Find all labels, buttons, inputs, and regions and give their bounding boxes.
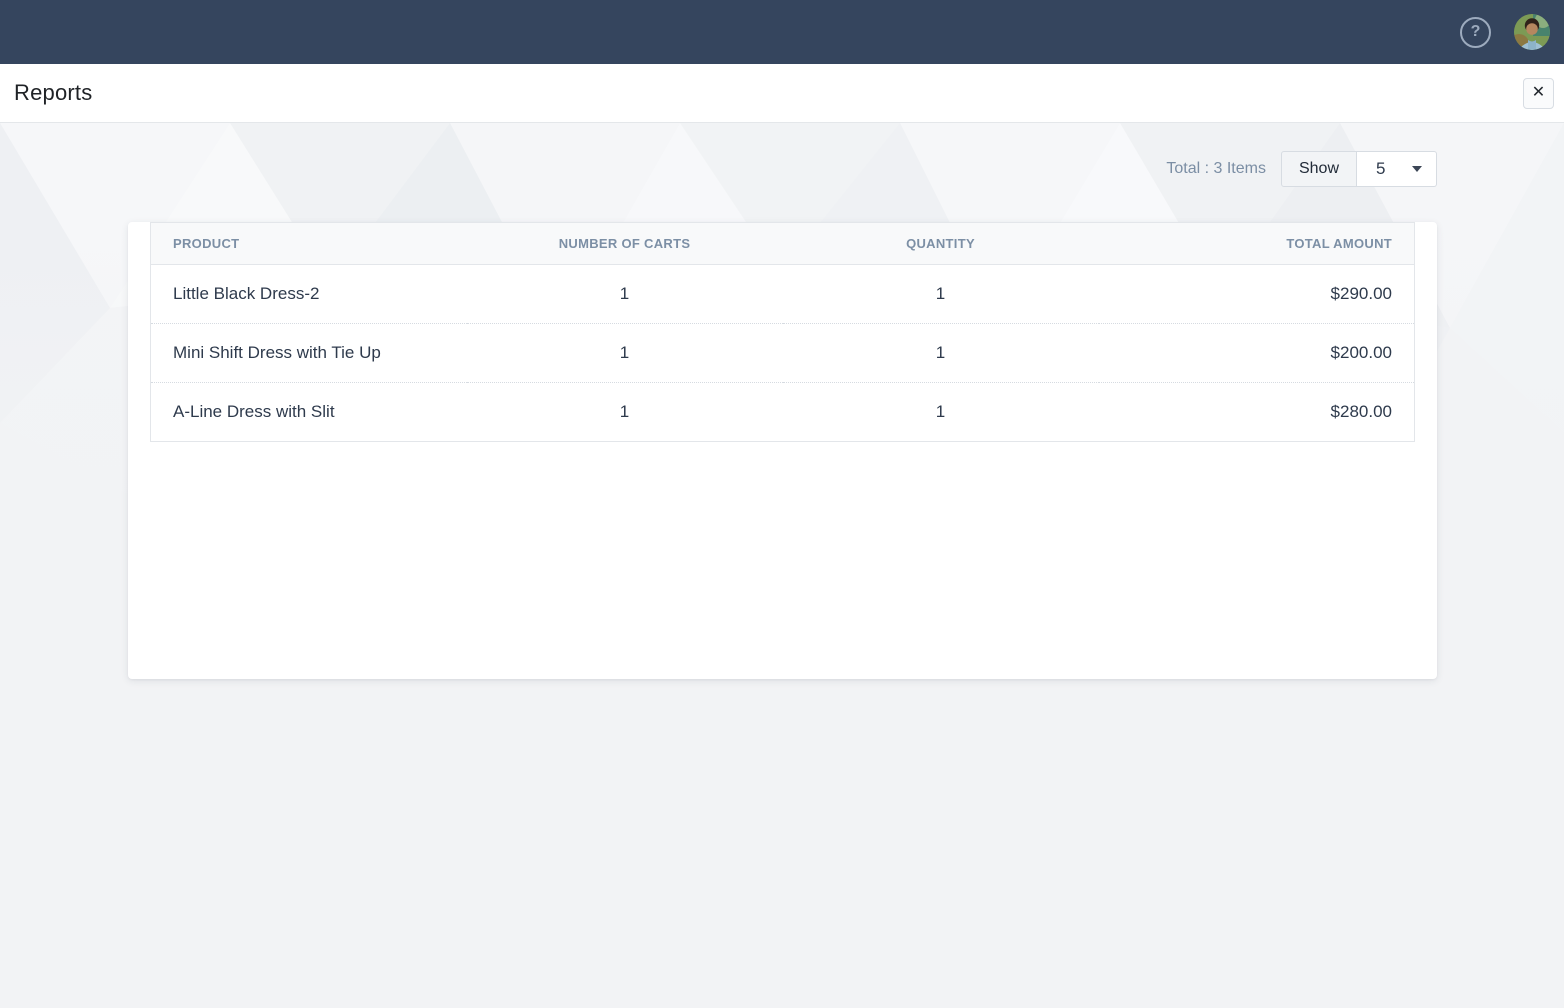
page-title: Reports: [14, 80, 93, 105]
avatar-image: [1514, 14, 1550, 50]
page-size-value: 5: [1376, 159, 1386, 178]
toolbar: Total : 3 Items Show 5: [0, 123, 1564, 187]
cell-product: Little Black Dress-2: [150, 264, 467, 324]
cell-quantity: 1: [782, 382, 1099, 442]
table-row: Mini Shift Dress with Tie Up 1 1 $200.00: [150, 323, 1415, 383]
show-label: Show: [1280, 151, 1357, 187]
help-icon: ?: [1470, 23, 1481, 40]
column-header-quantity: QUANTITY: [782, 222, 1099, 265]
cell-number-of-carts: 1: [466, 323, 783, 383]
page-size-control: Show 5: [1280, 151, 1437, 187]
cell-number-of-carts: 1: [466, 382, 783, 442]
close-icon: ✕: [1531, 84, 1546, 101]
cell-product: Mini Shift Dress with Tie Up: [150, 323, 467, 383]
table-header-row: PRODUCT NUMBER OF CARTS QUANTITY TOTAL A…: [150, 222, 1415, 265]
column-header-product: PRODUCT: [150, 222, 467, 265]
cell-total-amount: $290.00: [1098, 264, 1415, 324]
column-header-total-amount: TOTAL AMOUNT: [1098, 222, 1415, 265]
cell-total-amount: $200.00: [1098, 323, 1415, 383]
page-header: Reports ✕: [0, 64, 1564, 123]
content-area: Total : 3 Items Show 5 PRODUCT NUMBER OF…: [0, 123, 1564, 1007]
table-row: A-Line Dress with Slit 1 1 $280.00: [150, 382, 1415, 442]
cell-total-amount: $280.00: [1098, 382, 1415, 442]
report-card: PRODUCT NUMBER OF CARTS QUANTITY TOTAL A…: [128, 222, 1437, 679]
page-size-dropdown[interactable]: 5: [1357, 151, 1437, 187]
table-row: Little Black Dress-2 1 1 $290.00: [150, 264, 1415, 324]
cell-product: A-Line Dress with Slit: [150, 382, 467, 442]
close-button[interactable]: ✕: [1523, 77, 1554, 109]
column-header-number-of-carts: NUMBER OF CARTS: [466, 222, 783, 265]
cell-number-of-carts: 1: [466, 264, 783, 324]
total-items-label: Total : 3 Items: [1166, 160, 1266, 177]
topbar: ?: [0, 0, 1564, 64]
user-avatar[interactable]: [1514, 14, 1550, 50]
help-button[interactable]: ?: [1460, 16, 1491, 48]
cell-quantity: 1: [782, 264, 1099, 324]
cell-quantity: 1: [782, 323, 1099, 383]
chevron-down-icon: [1412, 166, 1422, 172]
report-table: PRODUCT NUMBER OF CARTS QUANTITY TOTAL A…: [150, 222, 1415, 442]
